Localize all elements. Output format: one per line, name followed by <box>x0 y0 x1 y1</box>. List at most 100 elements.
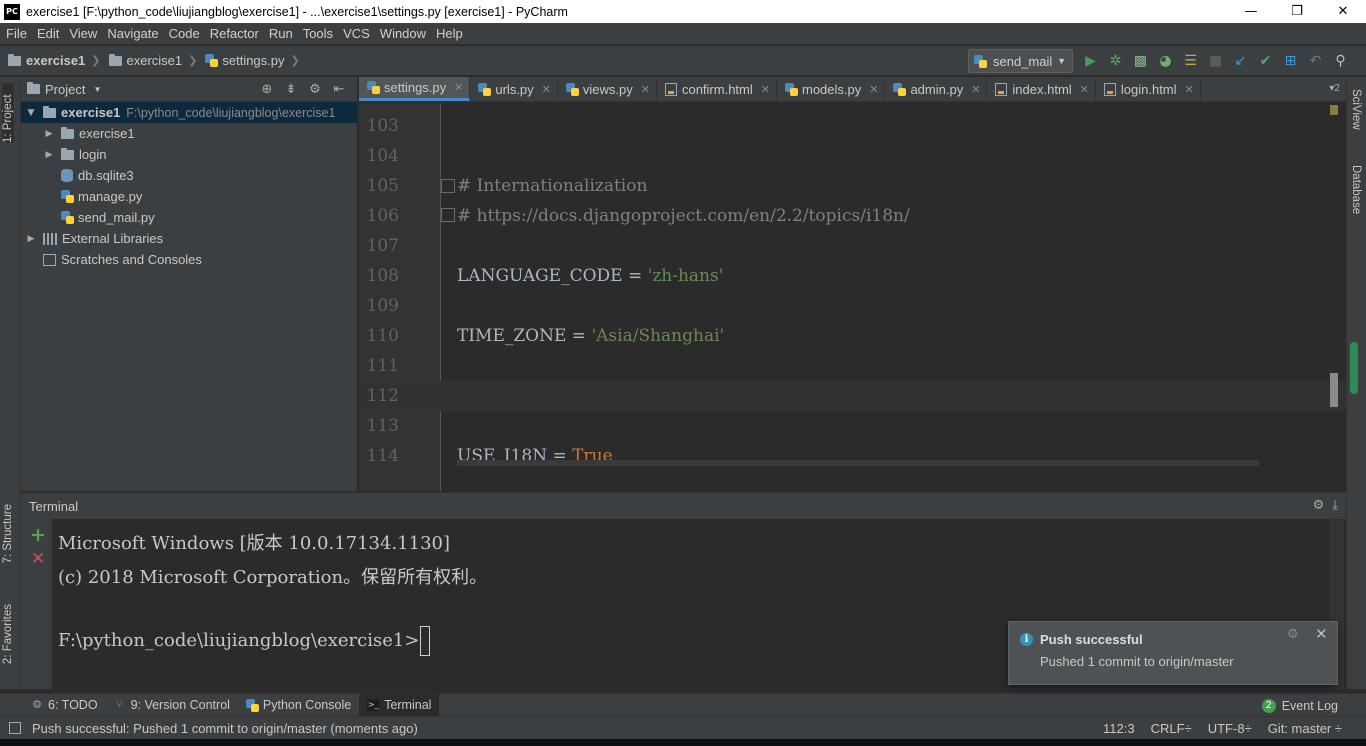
tab-models-py[interactable]: models.py ✕ <box>777 77 886 101</box>
code-editor[interactable]: 103 104 105 # Internationalization 106 #… <box>359 103 1346 491</box>
git-branch-select[interactable]: Git: master ÷ <box>1268 721 1342 736</box>
chevron-down-icon[interactable]: ▼ <box>93 85 101 94</box>
run-configuration-select[interactable]: send_mail ▼ <box>968 49 1073 73</box>
fold-marker-icon[interactable] <box>441 179 455 193</box>
vcs-update-icon[interactable]: ↙ <box>1228 50 1253 72</box>
breadcrumb-project[interactable]: exercise1 ❯ <box>0 53 101 68</box>
menu-edit[interactable]: Edit <box>32 26 64 41</box>
hide-panel-icon[interactable]: ⤓ <box>1332 498 1338 513</box>
tree-item-manage-py[interactable]: manage.py <box>21 186 357 207</box>
tree-root-exercise1[interactable]: ▼ exercise1 F:\python_code\liujiangblog\… <box>21 102 357 123</box>
undo-icon[interactable]: ↶ <box>1303 50 1328 72</box>
version-control-tool-button[interactable]: ⑂ 9: Version Control <box>106 694 238 717</box>
tree-root-path: F:\python_code\liujiangblog\exercise1 <box>126 105 336 120</box>
menu-code[interactable]: Code <box>164 26 205 41</box>
hide-panel-icon[interactable]: ⇤ <box>327 81 351 97</box>
tree-item-db-sqlite3[interactable]: db.sqlite3 <box>21 165 357 186</box>
close-icon[interactable]: ✕ <box>641 83 650 96</box>
menu-navigate[interactable]: Navigate <box>102 26 163 41</box>
vcs-commit-icon[interactable]: ✔ <box>1253 50 1278 72</box>
concurrency-icon[interactable]: ☰ <box>1178 50 1203 72</box>
tree-item-login[interactable]: ▶ login <box>21 144 357 165</box>
menu-help[interactable]: Help <box>431 26 468 41</box>
collapsed-arrow-icon[interactable]: ▶ <box>43 129 55 139</box>
encoding-select[interactable]: UTF-8÷ <box>1208 721 1252 736</box>
menu-refactor[interactable]: Refactor <box>205 26 264 41</box>
html-file-icon <box>664 82 677 96</box>
breadcrumb-separator-icon: ❯ <box>290 55 300 67</box>
maximize-button[interactable]: ❐ <box>1274 0 1320 23</box>
tabs-overflow-button[interactable]: ▾2 <box>1329 83 1340 94</box>
close-icon[interactable]: ✕ <box>1080 83 1089 96</box>
sciview-tool-tab[interactable]: SciView <box>1350 89 1362 130</box>
coverage-icon[interactable]: ▩ <box>1128 50 1153 72</box>
line-separator-select[interactable]: CRLF÷ <box>1151 721 1192 736</box>
tree-item-send-mail-py[interactable]: send_mail.py <box>21 207 357 228</box>
tab-label: settings.py <box>384 80 447 95</box>
structure-tool-tab[interactable]: 7: Structure <box>2 504 14 563</box>
menu-view[interactable]: View <box>64 26 102 41</box>
collapse-all-icon[interactable]: ⇟ <box>279 81 303 97</box>
event-log-button[interactable]: 2 Event Log <box>1261 694 1338 717</box>
run-icon[interactable]: ▶ <box>1078 50 1103 72</box>
close-icon[interactable]: ✕ <box>971 83 980 96</box>
tree-item-external-libraries[interactable]: ▶ External Libraries <box>21 228 357 249</box>
tab-login-html[interactable]: login.html ✕ <box>1096 77 1201 101</box>
tab-confirm-html[interactable]: confirm.html ✕ <box>657 77 777 101</box>
close-session-icon[interactable]: ✕ <box>31 549 45 569</box>
project-tool-tab[interactable]: 1: Project <box>2 83 14 143</box>
menu-window[interactable]: Window <box>375 26 431 41</box>
minimize-button[interactable]: — <box>1228 0 1274 23</box>
profile-icon[interactable]: ◕ <box>1153 50 1178 72</box>
close-icon[interactable]: ✕ <box>1185 83 1194 96</box>
breadcrumb-file[interactable]: settings.py ❯ <box>197 53 300 68</box>
tree-item-exercise1[interactable]: ▶ exercise1 <box>21 123 357 144</box>
tab-urls-py[interactable]: urls.py ✕ <box>470 77 558 101</box>
editor-horizontal-scrollbar[interactable] <box>457 460 1259 466</box>
stop-icon[interactable]: ■ <box>1203 50 1228 72</box>
close-icon[interactable]: ✕ <box>454 81 463 94</box>
menu-tools[interactable]: Tools <box>298 26 338 41</box>
status-message[interactable]: Push successful: Pushed 1 commit to orig… <box>32 721 418 736</box>
close-icon[interactable]: ✕ <box>761 83 770 96</box>
breadcrumb-folder[interactable]: exercise1 ❯ <box>101 53 197 68</box>
debug-icon[interactable]: ✲ <box>1103 50 1128 72</box>
fold-marker-icon[interactable] <box>441 208 455 222</box>
tree-item-label: Scratches and Consoles <box>61 252 202 267</box>
locate-file-icon[interactable]: ⊕ <box>255 81 279 97</box>
python-console-tool-button[interactable]: Python Console <box>238 694 359 717</box>
gear-icon[interactable]: ⚙ <box>1287 627 1299 642</box>
right-tool-strip: SciView Database <box>1346 77 1366 689</box>
todo-tool-button[interactable]: ⚙ 6: TODO <box>23 694 106 717</box>
collapsed-arrow-icon[interactable]: ▶ <box>25 234 37 244</box>
error-stripe-marker[interactable] <box>1330 105 1338 115</box>
close-icon[interactable]: ✕ <box>542 83 551 96</box>
editor-vertical-scrollbar[interactable] <box>1330 373 1338 407</box>
close-window-button[interactable]: ✕ <box>1320 0 1366 23</box>
database-tool-tab[interactable]: Database <box>1350 165 1362 214</box>
vcs-compare-icon[interactable]: ⊞ <box>1278 50 1303 72</box>
terminal-tool-button[interactable]: >_ Terminal <box>359 693 440 717</box>
favorites-tool-tab[interactable]: 2: Favorites <box>2 604 14 664</box>
terminal-prompt[interactable]: F:\python_code\liujiangblog\exercise1> <box>58 626 431 656</box>
collapsed-arrow-icon[interactable]: ▶ <box>43 150 55 160</box>
close-icon[interactable]: ✕ <box>1315 625 1328 643</box>
gear-icon[interactable]: ⚙ <box>1313 498 1325 513</box>
tab-admin-py[interactable]: admin.py ✕ <box>885 77 988 101</box>
tab-settings-py[interactable]: settings.py ✕ <box>359 77 471 101</box>
close-icon[interactable]: ✕ <box>869 83 878 96</box>
menu-run[interactable]: Run <box>264 26 298 41</box>
expanded-arrow-icon[interactable]: ▼ <box>25 108 37 118</box>
new-session-icon[interactable]: + <box>30 524 46 546</box>
tab-views-py[interactable]: views.py ✕ <box>558 77 657 101</box>
left-tool-strip: 1: Project 7: Structure 2: Favorites <box>0 77 21 689</box>
tree-item-scratches[interactable]: Scratches and Consoles <box>21 249 357 270</box>
tool-windows-toggle-icon[interactable] <box>9 722 21 734</box>
menu-vcs[interactable]: VCS <box>338 26 375 41</box>
search-icon[interactable]: ⚲ <box>1328 50 1353 72</box>
caret-position[interactable]: 112:3 <box>1103 721 1135 736</box>
gear-icon[interactable]: ⚙ <box>303 81 327 97</box>
menu-file[interactable]: File <box>0 26 32 41</box>
tab-index-html[interactable]: index.html ✕ <box>987 77 1096 101</box>
project-panel-title[interactable]: Project <box>45 82 85 97</box>
